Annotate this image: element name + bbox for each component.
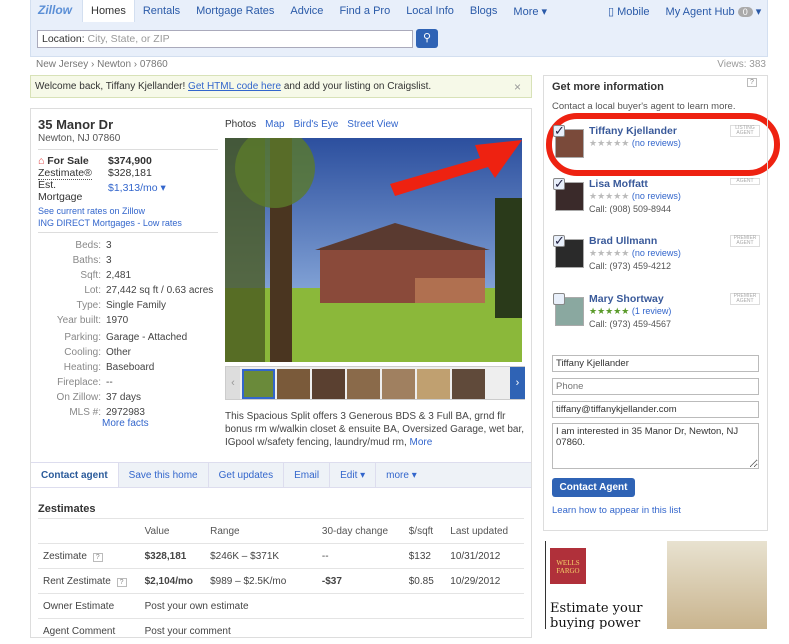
table-cell: $246K – $371K [205, 543, 317, 569]
next-arrow[interactable]: › [510, 367, 525, 399]
reviews-link[interactable]: (no reviews) [632, 138, 681, 148]
column-header: Value [139, 518, 206, 544]
table-cell: $328,181 [139, 543, 206, 569]
stars-icon: ★★★★★ [589, 191, 630, 201]
agent-phone: Call: (973) 459-4212 [589, 261, 672, 271]
table-row: Owner Estimate Post your own estimate [38, 593, 524, 619]
agent-checkbox[interactable]: ✓ [553, 234, 565, 247]
edit-menu[interactable]: Edit ▾ [330, 463, 377, 487]
agent-rating: ★★★★★ (no reviews) [589, 138, 681, 149]
table-row: Rent Zestimate ? $2,104/mo $989 – $2.5K/mo… [38, 568, 524, 594]
more-link[interactable]: More [410, 437, 433, 448]
table-cell: -$37 [316, 568, 404, 594]
table-cell: $2,104/mo [139, 568, 206, 594]
post-comment-link[interactable]: Post your comment [139, 618, 524, 644]
get-updates-button[interactable]: Get updates [209, 463, 285, 487]
agent-badge: PREMIER AGENT [730, 235, 760, 247]
owner-estimate-label: Owner Estimate [38, 593, 140, 619]
contact-agent-button[interactable]: Contact Agent [552, 478, 635, 497]
phone-input[interactable] [552, 378, 759, 395]
zestimates-table: Value Range 30-day change $/sqft Last update… [38, 518, 524, 644]
agent-checkbox[interactable]: ✓ [553, 177, 565, 190]
listing-description: This Spacious Split offers 3 Generous BD… [225, 411, 525, 448]
contact-title: Get more information [552, 81, 664, 93]
ad-headline: Estimate your buying power [550, 601, 643, 629]
thumbnail[interactable] [242, 369, 275, 399]
more-menu[interactable]: more ▾ [376, 463, 427, 487]
table-cell: 10/29/2012 [445, 568, 524, 594]
thumbnail[interactable] [347, 369, 380, 399]
table-row: Zestimate ? $328,181 $246K – $371K -- $132 10… [38, 543, 524, 569]
agent-item[interactable]: ✓ Lisa Moffatt ★★★★★ (no reviews) Call: … [553, 177, 763, 218]
agent-checkbox[interactable] [553, 293, 565, 305]
help-icon[interactable]: ? [747, 78, 757, 87]
table-cell: $0.85 [403, 568, 446, 594]
prev-arrow[interactable]: ‹ [226, 367, 240, 399]
table-cell: Rent Zestimate ? [38, 568, 140, 594]
agent-name[interactable]: Tiffany Kjellander [589, 125, 677, 137]
message-textarea[interactable]: I am interested in 35 Manor Dr, Newton, … [552, 423, 759, 469]
thumbnail[interactable] [452, 369, 485, 399]
table-cell: Zestimate ? [38, 543, 140, 569]
agent-checkbox[interactable]: ✓ [553, 124, 565, 137]
agent-badge: PREMIER AGENT [730, 293, 760, 305]
agent-name[interactable]: Mary Shortway [589, 293, 664, 305]
agent-phone: Call: (973) 459-4567 [589, 319, 672, 329]
agent-name[interactable]: Lisa Moffatt [589, 178, 648, 190]
action-bar: Contact agent Save this home Get updates… [31, 462, 531, 488]
thumbnail[interactable] [417, 369, 450, 399]
column-header: Range [205, 518, 317, 544]
post-estimate-link[interactable]: Post your own estimate [139, 593, 524, 619]
agent-item[interactable]: Mary Shortway ★★★★★ (1 review) Call: (97… [553, 293, 763, 333]
agent-phone: Call: (908) 509-8944 [589, 204, 672, 214]
contact-subtitle: Contact a local buyer's agent to learn m… [552, 101, 736, 112]
contact-agent-tab[interactable]: Contact agent [31, 463, 119, 487]
stars-icon: ★★★★★ [589, 138, 630, 148]
thumbnail[interactable] [312, 369, 345, 399]
table-cell: $989 – $2.5K/mo [205, 568, 317, 594]
help-icon[interactable]: ? [116, 577, 127, 587]
email-button[interactable]: Email [284, 463, 331, 487]
thumbnail[interactable] [382, 369, 415, 399]
learn-link[interactable]: Learn how to appear in this list [552, 505, 681, 516]
column-header: Last updated [445, 518, 524, 544]
thumbnail[interactable] [277, 369, 310, 399]
column-header [38, 518, 140, 544]
ad-photo [667, 541, 767, 629]
stars-icon: ★★★★★ [589, 248, 630, 258]
column-header: 30-day change [316, 518, 404, 544]
agent-name[interactable]: Brad Ullmann [589, 235, 657, 247]
name-input[interactable] [552, 355, 759, 372]
table-cell: 10/31/2012 [445, 543, 524, 569]
table-header: Value Range 30-day change $/sqft Last update… [38, 518, 524, 544]
reviews-link[interactable]: (no reviews) [632, 248, 681, 258]
zestimates-title: Zestimates [38, 503, 96, 515]
email-input[interactable] [552, 401, 759, 418]
agent-rating: ★★★★★ (1 review) [589, 306, 671, 317]
agent-item[interactable]: ✓ Tiffany Kjellander ★★★★★ (no reviews) … [553, 124, 763, 165]
stars-icon: ★★★★★ [589, 306, 630, 316]
wells-fargo-ad[interactable]: WELLS FARGO Estimate your buying power [545, 541, 767, 629]
save-home-button[interactable]: Save this home [119, 463, 209, 487]
agent-badge: AGENT [730, 178, 760, 185]
agent-rating: ★★★★★ (no reviews) [589, 191, 681, 202]
column-header: $/sqft [403, 518, 446, 544]
table-row: Agent Comment Post your comment [38, 618, 524, 644]
red-arrow-annotation [390, 140, 522, 196]
table-cell: -- [316, 543, 404, 569]
agent-badge: LISTING AGENT [730, 125, 760, 137]
photo-thumbnails: ‹ › [225, 366, 525, 400]
help-icon[interactable]: ? [92, 552, 103, 562]
agent-rating: ★★★★★ (no reviews) [589, 248, 681, 259]
reviews-link[interactable]: (1 review) [632, 306, 672, 316]
reviews-link[interactable]: (no reviews) [632, 191, 681, 201]
wells-fargo-logo: WELLS FARGO [550, 548, 586, 584]
agent-comment-label: Agent Comment [38, 618, 140, 644]
table-cell: $132 [403, 543, 446, 569]
agent-item[interactable]: ✓ Brad Ullmann ★★★★★ (no reviews) Call: … [553, 234, 763, 275]
